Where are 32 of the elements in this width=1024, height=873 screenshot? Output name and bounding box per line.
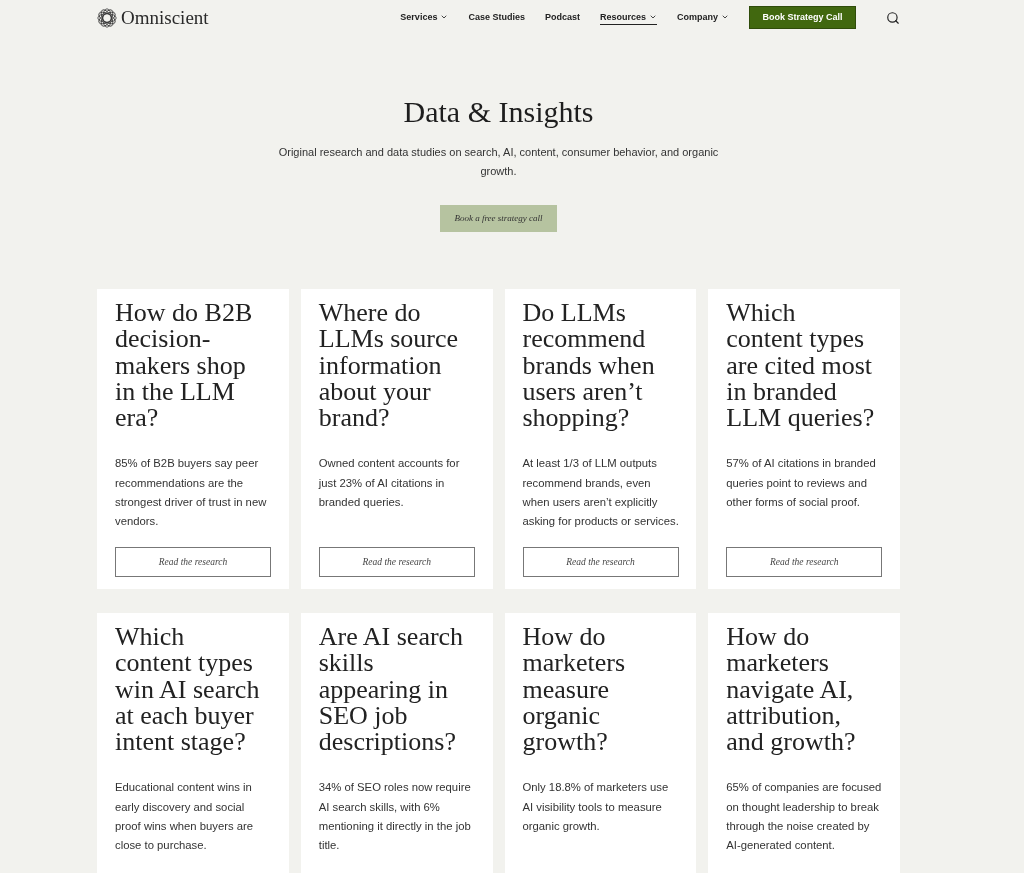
card-title: How do marketers navigate AI, attribution, and growth? bbox=[726, 624, 857, 756]
read-research-button[interactable]: Read the research bbox=[726, 547, 883, 577]
logo-icon bbox=[97, 7, 117, 28]
card-title: Which content types win AI search at each buyer intent stage? bbox=[115, 624, 261, 756]
card-title: Are AI search skills appearing in SEO job descriptions? bbox=[318, 624, 465, 756]
card-title: How do marketers measure organic growth? bbox=[522, 624, 626, 756]
card-title: How do B2B decision-makers shop in the LLM era? bbox=[115, 300, 254, 432]
page-subtitle: Original research and data studies on search, AI, content, consumer behavior, and organic growth. bbox=[277, 145, 720, 179]
nav-link[interactable]: Services bbox=[400, 10, 449, 25]
card-summary: Owned content accounts for just 23% of AI citations in branded queries. bbox=[318, 456, 461, 511]
card-summary: 65% of companies are focused on thought leadership to break through the noise created by AI-generated content. bbox=[726, 780, 883, 854]
read-research-button[interactable]: Read the research bbox=[522, 547, 679, 577]
logo-text[interactable]: Omniscient bbox=[121, 8, 209, 27]
read-research-button[interactable]: Read the research bbox=[318, 547, 475, 577]
card-summary: Only 18.8% of marketers use AI visibility tools to measure organic growth. bbox=[522, 780, 670, 835]
card-summary: Educational content wins in early discovery and social proof wins when buyers are close to purchase. bbox=[115, 780, 255, 854]
card-title: Do LLMs recommend brands when users aren’t shopping? bbox=[522, 300, 656, 432]
nav-link[interactable]: Resources bbox=[599, 10, 657, 25]
free-strategy-call-button[interactable]: Book a free strategy call bbox=[440, 205, 557, 232]
nav-link[interactable]: Podcast bbox=[544, 10, 580, 25]
nav-link[interactable]: Company bbox=[677, 10, 729, 25]
card-summary: 34% of SEO roles now require AI search skills, with 6% mentioning it directly in the job title. bbox=[318, 780, 472, 854]
card-title: Which content types are cited most in branded LLM queries? bbox=[726, 300, 876, 432]
book-strategy-call-button[interactable]: Book Strategy Call bbox=[749, 6, 856, 29]
card-summary: At least 1/3 of LLM outputs recommend brands, even when users aren’t explicitly asking for products or services. bbox=[522, 456, 680, 530]
read-research-button[interactable]: Read the research bbox=[115, 547, 271, 577]
card-summary: 57% of AI citations in branded queries point to reviews and other forms of social proof. bbox=[726, 456, 877, 511]
nav-link[interactable]: Case Studies bbox=[468, 10, 525, 25]
card-title: Where do LLMs source information about your brand? bbox=[318, 300, 460, 432]
card-summary: 85% of B2B buyers say peer recommendations are the strongest driver of trust in new vendors. bbox=[115, 456, 268, 530]
search-icon[interactable] bbox=[886, 10, 900, 25]
page-title: Data & Insights bbox=[403, 94, 594, 130]
